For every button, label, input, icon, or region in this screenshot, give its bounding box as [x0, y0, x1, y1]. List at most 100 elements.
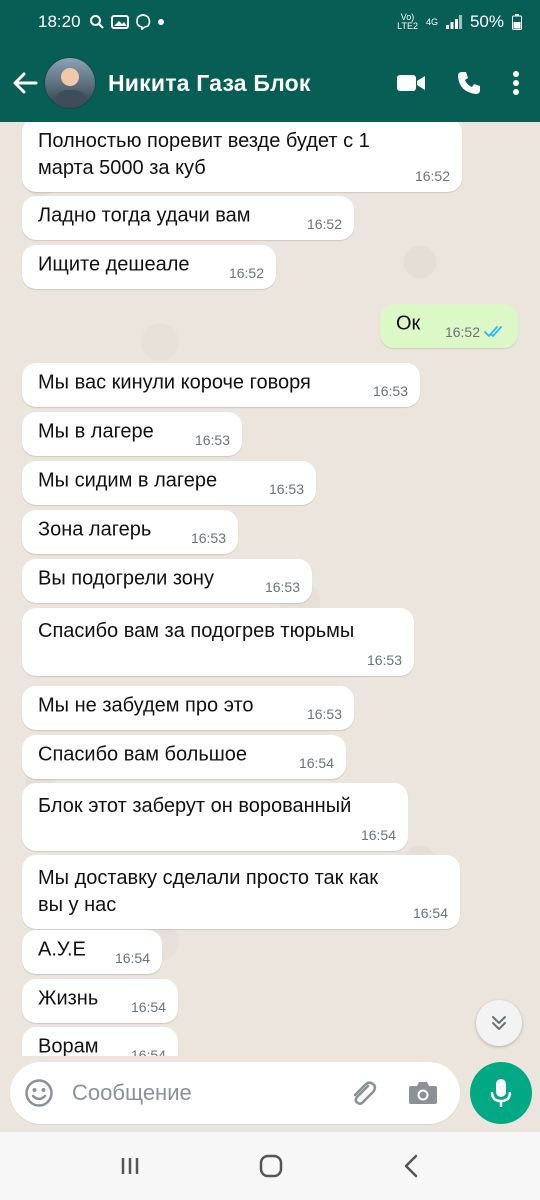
- message-time: 16:53: [367, 652, 402, 668]
- message-time: 16:54: [361, 827, 396, 843]
- paperclip-icon[interactable]: [348, 1078, 378, 1108]
- message-time: 16:53: [269, 481, 304, 497]
- message-time: 16:52: [307, 216, 342, 232]
- battery-percent: 50%: [469, 12, 504, 31]
- incoming-message[interactable]: Мы вас кинули короче говоря 16:53: [22, 363, 420, 407]
- microphone-icon: [490, 1079, 512, 1107]
- message-timestamp: 16:53: [306, 706, 342, 722]
- message-time: 16:54: [413, 905, 448, 921]
- message-timestamp: 16:53: [190, 530, 226, 546]
- incoming-message[interactable]: А.У.Е 16:54: [22, 930, 162, 974]
- message-input[interactable]: Сообщение: [10, 1062, 460, 1124]
- incoming-message[interactable]: Мы в лагере 16:53: [22, 412, 242, 456]
- message-text: Мы сидим в лагере: [38, 469, 218, 492]
- message-time: 16:53: [195, 432, 230, 448]
- incoming-message[interactable]: Жизнь 16:54: [22, 979, 178, 1023]
- video-camera-icon[interactable]: [396, 72, 426, 94]
- message-timestamp: 16:54: [360, 827, 396, 843]
- scroll-to-bottom-button[interactable]: [476, 1000, 522, 1046]
- message-text: Блок этот заберут он ворованный: [38, 795, 352, 817]
- message-time: 16:54: [131, 1047, 166, 1056]
- outgoing-message[interactable]: Ок 16:52: [380, 304, 518, 348]
- incoming-message[interactable]: Спасибо вам за подогрев тюрьмы 16:53: [22, 608, 414, 676]
- incoming-message[interactable]: Вы подогрели зону 16:53: [22, 559, 312, 603]
- gallery-icon: [110, 15, 129, 29]
- message-timestamp: 16:53: [194, 432, 230, 448]
- message-timestamp: 16:52: [228, 265, 264, 281]
- message-time: 16:52: [229, 265, 264, 281]
- more-vertical-icon[interactable]: [512, 70, 520, 96]
- message-text: Мы в лагере: [38, 420, 154, 443]
- status-notification-icons: [89, 14, 165, 30]
- message-timestamp: 16:52: [414, 168, 450, 184]
- incoming-message[interactable]: Спасибо вам большое 16:54: [22, 735, 346, 779]
- phone-icon[interactable]: [456, 70, 482, 96]
- incoming-message[interactable]: Ищите дешеале 16:52: [22, 245, 276, 289]
- incoming-message[interactable]: Блок этот заберут он ворованный 16:54: [22, 783, 408, 851]
- message-timestamp: 16:54: [130, 999, 166, 1015]
- message-timestamp: 16:54: [412, 905, 448, 921]
- composer-bar: Сообщение: [0, 1056, 540, 1132]
- message-timestamp: 16:52: [306, 216, 342, 232]
- incoming-message[interactable]: Полностью поревит везде будет с 1 марта …: [22, 122, 462, 192]
- system-nav-bar: [0, 1132, 540, 1200]
- double-chevron-down-icon: [492, 1016, 506, 1030]
- contact-name[interactable]: Никита Газа Блок: [108, 70, 311, 97]
- battery-icon: [512, 14, 522, 30]
- message-time: 16:53: [307, 706, 342, 722]
- message-text: А.У.Е: [38, 938, 86, 961]
- message-text: Жизнь: [38, 987, 99, 1010]
- incoming-message[interactable]: Ворам 16:54: [22, 1027, 178, 1056]
- message-time: 16:54: [131, 999, 166, 1015]
- message-time: 16:52: [445, 324, 506, 340]
- incoming-message[interactable]: Мы доставку сделали просто так как вы у …: [22, 855, 460, 929]
- message-time: 16:53: [373, 383, 408, 399]
- message-text: Мы доставку сделали просто так как вы у …: [38, 867, 379, 916]
- viber-icon: [135, 14, 150, 30]
- message-timestamp: 16:54: [130, 1047, 166, 1056]
- message-text: Ок: [396, 312, 421, 335]
- contact-avatar[interactable]: [44, 57, 96, 109]
- message-text: Мы не забудем про это: [38, 694, 254, 717]
- message-text: Зона лагерь: [38, 518, 152, 541]
- back-button[interactable]: [10, 68, 40, 98]
- message-timestamp: 16:54: [114, 950, 150, 966]
- dot-icon: [157, 19, 164, 25]
- message-timestamp: 16:53: [268, 481, 304, 497]
- volte-bottom: LTE2: [397, 21, 418, 31]
- message-timestamp: 16:52: [444, 324, 480, 340]
- incoming-message[interactable]: Зона лагерь 16:53: [22, 510, 238, 554]
- message-text: Спасибо вам большое: [38, 743, 248, 766]
- recent-apps-icon[interactable]: [119, 1155, 141, 1177]
- message-timestamp: 16:53: [366, 652, 402, 668]
- signal-icon: [445, 15, 462, 29]
- search-icon: [89, 15, 104, 29]
- incoming-message[interactable]: Мы не забудем про это 16:53: [22, 686, 354, 730]
- mic-button[interactable]: [470, 1062, 532, 1124]
- message-text: Ворам: [38, 1035, 99, 1056]
- message-timestamp: 16:54: [298, 755, 334, 771]
- message-time: 16:54: [115, 950, 150, 966]
- message-time: 16:54: [299, 755, 334, 771]
- camera-icon[interactable]: [408, 1080, 438, 1106]
- read-receipt-icon: [484, 326, 502, 337]
- message-text: Ладно тогда удачи вам: [38, 204, 251, 227]
- message-timestamp: 16:53: [264, 579, 300, 595]
- back-nav-icon[interactable]: [401, 1154, 421, 1178]
- chat-area[interactable]: Полностью поревит везде будет с 1 марта …: [0, 122, 540, 1056]
- message-text: Ищите дешеале: [38, 253, 190, 276]
- incoming-message[interactable]: Мы сидим в лагере 16:53: [22, 461, 316, 505]
- message-timestamp: 16:53: [372, 383, 408, 399]
- message-placeholder: Сообщение: [72, 1080, 192, 1105]
- status-time: 18:20: [38, 12, 81, 31]
- home-icon[interactable]: [258, 1153, 284, 1179]
- message-time: 16:52: [415, 168, 450, 184]
- signal-type: 4G: [425, 16, 438, 27]
- emoji-icon[interactable]: [24, 1078, 54, 1108]
- chat-header: Никита Газа Блок: [0, 44, 540, 122]
- message-text: Спасибо вам за подогрев тюрьмы: [38, 620, 355, 642]
- status-bar: 18:20 Vo) LTE2 4G 50%: [0, 0, 540, 44]
- arrow-left-icon: [13, 72, 38, 94]
- incoming-message[interactable]: Ладно тогда удачи вам 16:52: [22, 196, 354, 240]
- message-time: 16:53: [191, 530, 226, 546]
